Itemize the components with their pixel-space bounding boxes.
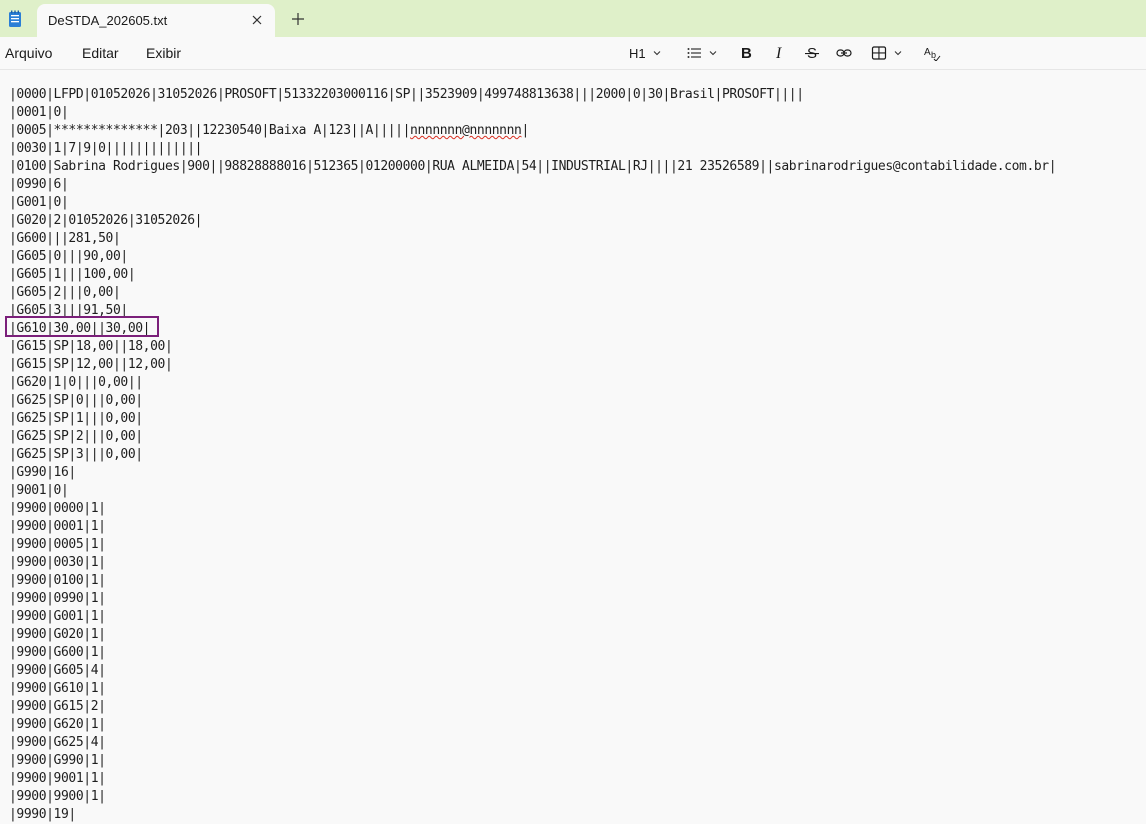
text-line[interactable]: |9900|G990|1| [9, 752, 1056, 770]
text-line[interactable]: |G600|||281,50| [9, 230, 1056, 248]
text-line[interactable]: |9900|G605|4| [9, 662, 1056, 680]
close-icon[interactable] [249, 12, 265, 28]
text-line[interactable]: |9900|G620|1| [9, 716, 1056, 734]
text-line[interactable]: |9990|19| [9, 806, 1056, 824]
chevron-down-icon [652, 48, 662, 58]
link-icon [836, 45, 852, 61]
table-icon [871, 45, 887, 61]
strikethrough-button[interactable]: S [804, 43, 820, 63]
tab-bar: DeSTDA_202605.txt [0, 0, 1146, 37]
svg-text:B: B [741, 45, 752, 61]
strikethrough-icon: S [804, 45, 820, 61]
text-line[interactable]: |G625|SP|3|||0,00| [9, 446, 1056, 464]
text-line[interactable]: |G620|1|0|||0,00|| [9, 374, 1056, 392]
text-line[interactable]: |9900|G020|1| [9, 626, 1056, 644]
link-button[interactable] [836, 43, 852, 63]
add-tab-icon[interactable] [290, 11, 306, 27]
text-line[interactable]: |G001|0| [9, 194, 1056, 212]
text-line[interactable]: |G605|0|||90,00| [9, 248, 1056, 266]
chevron-down-icon [708, 48, 718, 58]
text-line[interactable]: |9001|0| [9, 482, 1056, 500]
line-segment: |0005|**************|203||12230540|Baixa… [9, 123, 411, 138]
chevron-down-icon [893, 48, 903, 58]
line-segment: | [521, 123, 529, 138]
text-line[interactable]: |9900|0990|1| [9, 590, 1056, 608]
text-line[interactable]: |G990|16| [9, 464, 1056, 482]
text-editor[interactable]: |0000|LFPD|01052026|31052026|PROSOFT|513… [0, 70, 1146, 824]
text-line[interactable]: |0001|0| [9, 104, 1056, 122]
text-line[interactable]: |G605|3|||91,50| [9, 302, 1056, 320]
bold-icon: B [740, 45, 754, 61]
text-line[interactable]: |0030|1|7|9|0||||||||||||| [9, 140, 1056, 158]
notepad-icon [8, 10, 22, 28]
text-line[interactable]: |G625|SP|0|||0,00| [9, 392, 1056, 410]
spellcheck-button[interactable]: A b [924, 43, 942, 63]
svg-text:b: b [931, 50, 936, 60]
text-line[interactable]: |9900|G610|1| [9, 680, 1056, 698]
highlight-annotation [5, 316, 159, 337]
text-line[interactable]: |9900|0005|1| [9, 536, 1056, 554]
document-lines: |0000|LFPD|01052026|31052026|PROSOFT|513… [9, 86, 1057, 824]
spellcheck-icon: A b [924, 45, 942, 61]
tab-document[interactable]: DeSTDA_202605.txt [37, 4, 275, 37]
text-line-0005[interactable]: |0005|**************|203||12230540|Baixa… [9, 122, 1056, 140]
text-line[interactable]: |G615|SP|18,00||18,00| [9, 338, 1056, 356]
heading-label: H1 [629, 45, 646, 61]
text-line[interactable]: |9900|9001|1| [9, 770, 1056, 788]
heading-dropdown[interactable]: H1 [629, 43, 662, 63]
italic-button[interactable]: I [774, 43, 788, 63]
text-line[interactable]: |G615|SP|12,00||12,00| [9, 356, 1056, 374]
text-line[interactable]: |9900|0001|1| [9, 518, 1056, 536]
svg-text:A: A [924, 47, 931, 58]
text-line[interactable]: |9900|0030|1| [9, 554, 1056, 572]
menu-bar: Arquivo Editar Exibir H1 B I S A b [0, 37, 1146, 70]
menu-edit[interactable]: Editar [82, 45, 119, 61]
text-line[interactable]: |G605|2|||0,00| [9, 284, 1056, 302]
text-line[interactable]: |9900|G625|4| [9, 734, 1056, 752]
bold-button[interactable]: B [740, 43, 754, 63]
text-line[interactable]: |9900|G615|2| [9, 698, 1056, 716]
text-line[interactable]: |G605|1|||100,00| [9, 266, 1056, 284]
text-line[interactable]: |9900|G600|1| [9, 644, 1056, 662]
svg-text:I: I [775, 45, 782, 61]
notepad-window: DeSTDA_202605.txt Arquivo Editar Exibir … [0, 0, 1146, 824]
italic-icon: I [774, 45, 788, 61]
text-line[interactable]: |9900|G001|1| [9, 608, 1056, 626]
menu-file[interactable]: Arquivo [5, 45, 52, 61]
text-line[interactable]: |0000|LFPD|01052026|31052026|PROSOFT|513… [9, 86, 1056, 104]
list-dropdown[interactable] [686, 43, 718, 63]
text-line[interactable]: |9900|0100|1| [9, 572, 1056, 590]
text-line[interactable]: |0990|6| [9, 176, 1056, 194]
text-line[interactable]: |G625|SP|1|||0,00| [9, 410, 1056, 428]
bulleted-list-icon [686, 45, 702, 61]
text-line[interactable]: |G020|2|01052026|31052026| [9, 212, 1056, 230]
table-dropdown[interactable] [871, 43, 903, 63]
menu-view[interactable]: Exibir [146, 45, 181, 61]
text-line[interactable]: |9900|9900|1| [9, 788, 1056, 806]
tab-title: DeSTDA_202605.txt [48, 13, 168, 28]
text-line[interactable]: |0100|Sabrina Rodrigues|900||98828888016… [9, 158, 1057, 176]
misspelled-word[interactable]: nnnnnnn@nnnnnnn [410, 123, 522, 138]
text-line[interactable]: |9900|0000|1| [9, 500, 1056, 518]
text-line-highlighted[interactable]: |G610|30,00||30,00| [9, 320, 1056, 338]
text-line[interactable]: |G625|SP|2|||0,00| [9, 428, 1056, 446]
